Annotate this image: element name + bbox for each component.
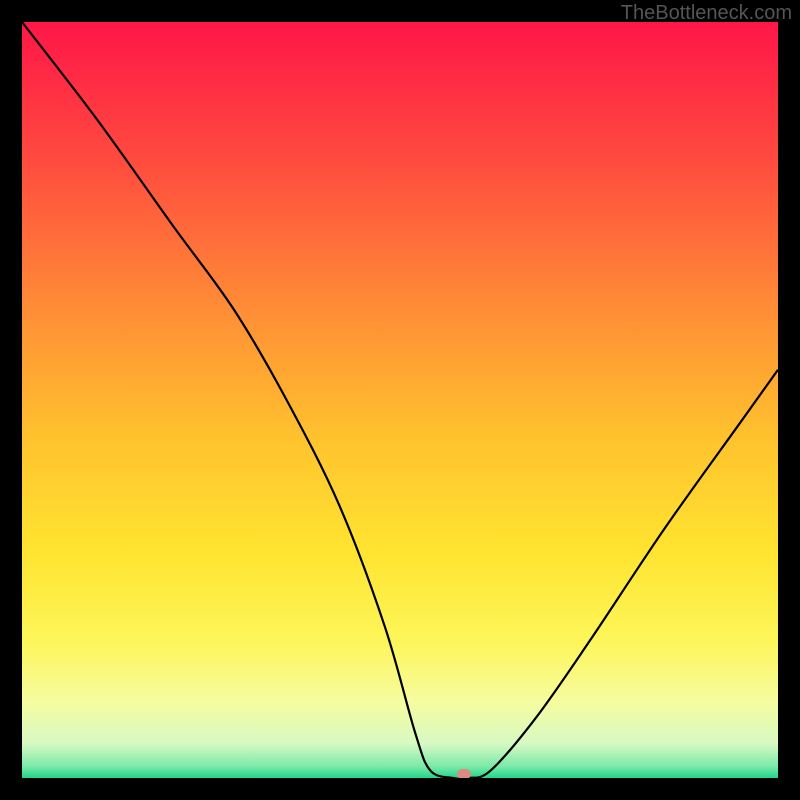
bottleneck-chart xyxy=(22,22,778,778)
bottleneck-path xyxy=(22,22,778,778)
optimal-marker xyxy=(457,769,471,778)
chart-curve xyxy=(22,22,778,778)
watermark-text: TheBottleneck.com xyxy=(621,2,792,25)
